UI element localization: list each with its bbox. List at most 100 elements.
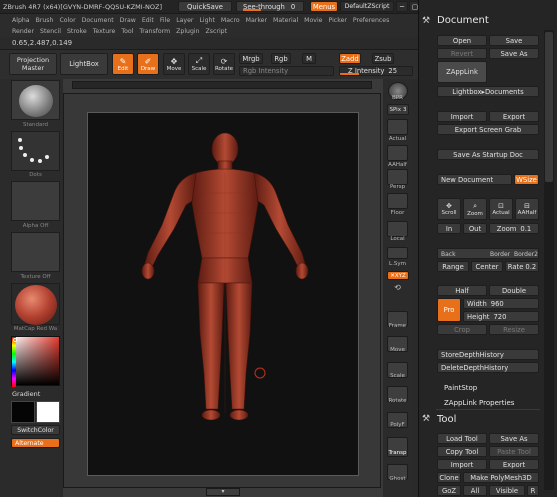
document-palette-title[interactable]: Document	[437, 15, 489, 26]
menu-zscript[interactable]: Zscript	[206, 28, 227, 35]
menu-tool[interactable]: Tool	[121, 28, 133, 35]
zoom-slider[interactable]: Zoom 0.1	[489, 223, 539, 234]
paste-tool-button[interactable]: Paste Tool	[489, 446, 539, 457]
material-thumbnail[interactable]	[11, 283, 60, 325]
move-button[interactable]: ✥ Move	[163, 53, 185, 75]
make-polymesh3d-button[interactable]: Make PolyMesh3D	[463, 472, 539, 483]
3d-viewport[interactable]	[87, 112, 359, 476]
menu-file[interactable]: File	[160, 17, 170, 24]
new-document-button[interactable]: New Document	[437, 174, 512, 185]
menu-draw[interactable]: Draw	[120, 17, 136, 24]
rgb-button[interactable]: Rgb	[271, 53, 291, 64]
aahalf-doc-button[interactable]: ⊟ AAHalf	[515, 198, 539, 220]
rgb-intensity-slider[interactable]: Rgb Intensity	[239, 66, 334, 76]
revert-button[interactable]: Revert	[437, 48, 487, 59]
z-intensity-slider[interactable]: Z Intensity 25	[339, 66, 413, 76]
mrgb-button[interactable]: Mrgb	[239, 53, 263, 64]
width-slider[interactable]: Width 960	[463, 298, 539, 309]
zadd-button[interactable]: Zadd	[339, 53, 361, 64]
draw-button[interactable]: ✐ Draw	[137, 53, 159, 75]
switch-color-button[interactable]: SwitchColor	[11, 425, 60, 435]
rate-slider[interactable]: Rate 0.2	[505, 261, 539, 272]
alternate-toggle[interactable]: Alternate	[11, 438, 60, 448]
back-button[interactable]: Back	[441, 251, 456, 258]
zsub-button[interactable]: Zsub	[372, 53, 394, 64]
floor-button[interactable]	[387, 193, 408, 209]
stroke-dots-thumbnail[interactable]	[11, 131, 60, 171]
scroll-button[interactable]: ✥ Scroll	[437, 198, 461, 220]
see-through-slider[interactable]: See-through 0	[236, 1, 304, 12]
save-startup-doc-button[interactable]: Save As Startup Doc	[437, 149, 539, 160]
m-button[interactable]: M	[302, 53, 316, 64]
menu-marker[interactable]: Marker	[246, 17, 267, 24]
tool-export-button[interactable]: Export	[489, 459, 539, 470]
scale-button[interactable]: ⤢ Scale	[188, 53, 210, 75]
secondary-color-swatch[interactable]	[36, 401, 60, 423]
menu-zplugin[interactable]: Zplugin	[176, 28, 199, 35]
menu-macro[interactable]: Macro	[221, 17, 240, 24]
actual-size-button[interactable]: ⊡ Actual	[489, 198, 513, 220]
menu-render[interactable]: Render	[12, 28, 34, 35]
persp-button[interactable]	[387, 169, 408, 185]
lightbox-documents-button[interactable]: Lightbox▸Documents	[437, 86, 539, 97]
quicksave-button[interactable]: QuickSave	[178, 1, 232, 12]
goz-button[interactable]: GoZ	[437, 485, 461, 496]
canvas-bottom-scroll-handle[interactable]: ▾	[206, 488, 240, 496]
save-button[interactable]: Save	[489, 35, 539, 46]
crop-button[interactable]: Crop	[437, 324, 487, 335]
goz-visible-button[interactable]: Visible	[489, 485, 525, 496]
resize-button[interactable]: Resize	[489, 324, 539, 335]
menu-alpha[interactable]: Alpha	[12, 17, 30, 24]
color-picker[interactable]	[11, 336, 60, 387]
brush-standard-thumbnail[interactable]	[11, 80, 60, 120]
menu-stroke[interactable]: Stroke	[67, 28, 87, 35]
menu-edit[interactable]: Edit	[142, 17, 154, 24]
aahalf-button[interactable]	[387, 145, 408, 161]
alpha-thumbnail[interactable]	[11, 181, 60, 221]
height-slider[interactable]: Height 720	[463, 311, 539, 322]
menus-button[interactable]: Menus	[310, 1, 338, 12]
border-button[interactable]: Border	[490, 251, 510, 258]
zoom-button[interactable]: ⌕ Zoom	[463, 198, 487, 220]
edit-button[interactable]: ✎ Edit	[112, 53, 134, 75]
menu-picker[interactable]: Picker	[328, 17, 346, 24]
main-color-swatch[interactable]	[11, 401, 35, 423]
hue-strip[interactable]	[12, 337, 16, 387]
zapplink-button[interactable]: ZAppLink	[437, 61, 487, 83]
load-tool-button[interactable]: Load Tool	[437, 433, 487, 444]
menu-transform[interactable]: Transform	[139, 28, 170, 35]
menu-color[interactable]: Color	[59, 17, 75, 24]
menu-preferences[interactable]: Preferences	[353, 17, 389, 24]
tool-save-as-button[interactable]: Save As	[489, 433, 539, 444]
menu-layer[interactable]: Layer	[176, 17, 193, 24]
border2-button[interactable]: Border2	[514, 251, 538, 258]
local-button[interactable]	[387, 221, 408, 237]
import-button[interactable]: Import	[437, 111, 487, 122]
center-slider[interactable]: Center	[471, 261, 503, 272]
lightbox-button[interactable]: LightBox	[60, 53, 108, 75]
double-button[interactable]: Double	[489, 285, 539, 296]
projection-master-button[interactable]: Projection Master	[9, 53, 57, 75]
xyz-button[interactable]: ✕XYZ	[387, 271, 409, 280]
minimize-button[interactable]: ─	[396, 1, 408, 12]
goz-r-button[interactable]: R	[527, 485, 539, 496]
rotate-button[interactable]: ⟳ Rotate	[213, 53, 235, 75]
menu-texture[interactable]: Texture	[93, 28, 116, 35]
menu-light[interactable]: Light	[199, 17, 214, 24]
pro-toggle[interactable]: Pro	[437, 298, 461, 322]
export-screen-grab-button[interactable]: Export Screen Grab	[437, 124, 539, 135]
save-as-button[interactable]: Save As	[489, 48, 539, 59]
range-slider[interactable]: Range	[437, 261, 469, 272]
wsize-button[interactable]: WSize	[514, 174, 539, 185]
menu-movie[interactable]: Movie	[304, 17, 322, 24]
menu-brush[interactable]: Brush	[36, 17, 54, 24]
export-button[interactable]: Export	[489, 111, 539, 122]
zapplink-properties-menu[interactable]: ZAppLink Properties	[444, 399, 514, 407]
tool-import-button[interactable]: Import	[437, 459, 487, 470]
open-button[interactable]: Open	[437, 35, 487, 46]
tool-palette-title[interactable]: Tool	[437, 414, 456, 425]
texture-thumbnail[interactable]	[11, 232, 60, 272]
actual-button[interactable]	[387, 119, 408, 135]
menu-material[interactable]: Material	[273, 17, 298, 24]
goz-all-button[interactable]: All	[463, 485, 487, 496]
